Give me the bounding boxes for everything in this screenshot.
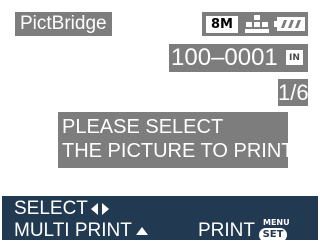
- select-label: SELECT: [14, 198, 88, 219]
- up-arrow-icon: [135, 227, 148, 235]
- print-hint[interactable]: PRINT MENU SET: [198, 218, 290, 240]
- status-icons: 8M: [202, 12, 308, 36]
- quality-fine-icon: [245, 15, 269, 33]
- main-area: PictBridge 8M 100–0001 IN 1/6 PLEASE SEL…: [2, 2, 318, 196]
- multi-print-label: MULTI PRINT: [14, 220, 132, 240]
- page-counter: 1/6: [278, 79, 309, 106]
- left-right-arrows-icon: [90, 203, 109, 215]
- camera-screen: PictBridge 8M 100–0001 IN 1/6 PLEASE SEL…: [2, 2, 318, 240]
- menu-set-button-icon: MENU SET: [259, 218, 290, 240]
- message-box: PLEASE SELECT THE PICTURE TO PRINT: [58, 112, 294, 168]
- battery-full-icon: [274, 17, 305, 31]
- footer-help-bar: SELECT MULTI PRINT PRINT MENU SET: [2, 196, 318, 240]
- select-hint[interactable]: SELECT: [14, 198, 109, 220]
- picture-size-badge: 8M: [206, 15, 238, 33]
- set-label: SET: [259, 228, 287, 240]
- file-number: 100–0001: [171, 44, 278, 71]
- message-line-2: THE PICTURE TO PRINT: [62, 140, 294, 162]
- print-label: PRINT: [198, 220, 255, 240]
- message-line-1: PLEASE SELECT: [62, 116, 224, 138]
- screen-title: PictBridge: [15, 12, 112, 36]
- file-number-bar: 100–0001 IN: [169, 44, 308, 72]
- menu-label: MENU: [263, 218, 290, 227]
- multi-print-hint[interactable]: MULTI PRINT: [14, 220, 148, 240]
- built-in-memory-icon: IN: [286, 50, 303, 65]
